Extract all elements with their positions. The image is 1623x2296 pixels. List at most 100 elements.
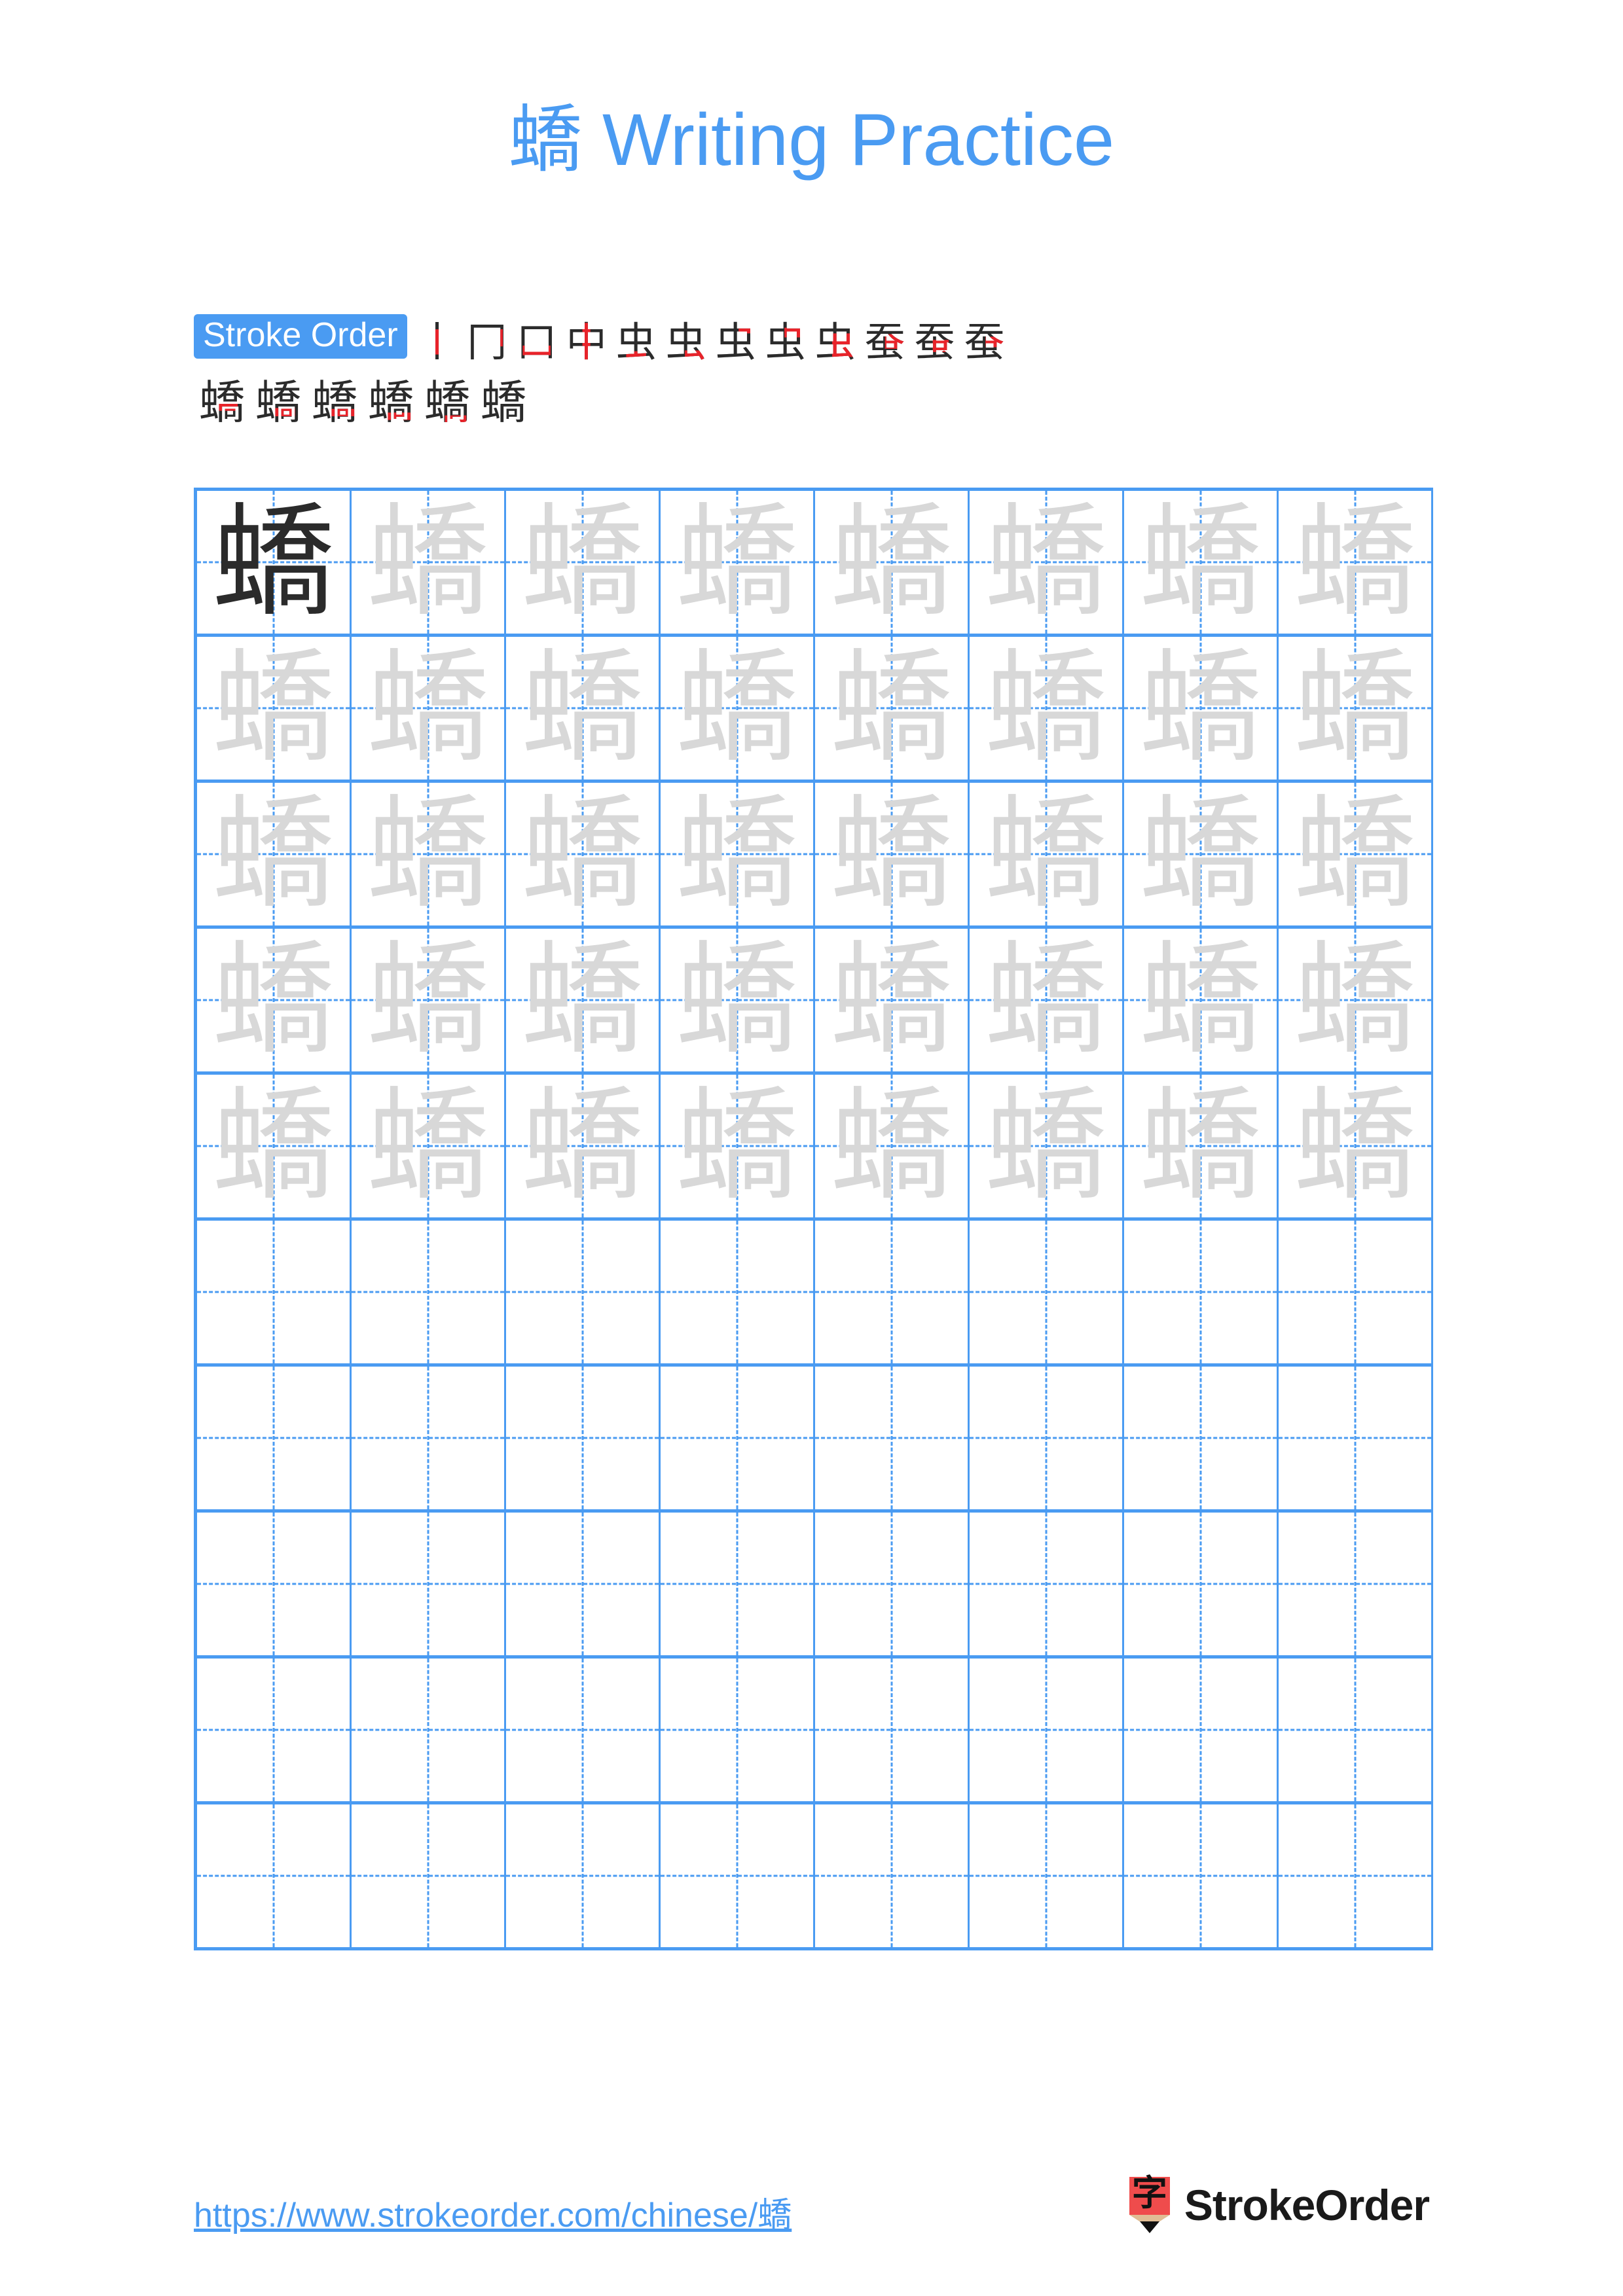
practice-cell[interactable]: 蟜 (506, 929, 661, 1071)
practice-cell[interactable]: 蟜 (661, 929, 815, 1071)
stroke-step-11: 蚕蚕 (910, 322, 960, 363)
practice-cell[interactable] (352, 1513, 506, 1655)
practice-cell[interactable]: 蟜 (1124, 783, 1279, 925)
practice-cell[interactable]: 蟜 (1124, 637, 1279, 780)
practice-cell[interactable] (352, 1221, 506, 1363)
practice-row (197, 1367, 1433, 1513)
stroke-step-5: 虫虫 (611, 322, 661, 363)
practice-cell[interactable] (1279, 1367, 1433, 1509)
trace-character: 蟜 (830, 1075, 953, 1217)
pencil-tip (1139, 2221, 1159, 2233)
practice-cell[interactable] (506, 1659, 661, 1801)
practice-cell[interactable]: 蟜 (815, 783, 970, 925)
practice-cell[interactable]: 蟜 (352, 637, 506, 780)
practice-cell[interactable]: 蟜 (197, 929, 352, 1071)
practice-cell[interactable] (661, 1513, 815, 1655)
practice-cell[interactable]: 蟜 (970, 637, 1124, 780)
practice-cell[interactable]: 蟜 (506, 1075, 661, 1217)
practice-cell[interactable]: 蟜 (815, 1075, 970, 1217)
practice-cell[interactable] (970, 1221, 1124, 1363)
practice-cell[interactable]: 蟜 (1124, 929, 1279, 1071)
practice-cell[interactable]: 蟜 (970, 1075, 1124, 1217)
practice-cell[interactable]: 蟜 (197, 783, 352, 925)
trace-character: 蟜 (985, 1075, 1107, 1217)
practice-cell[interactable] (506, 1513, 661, 1655)
pencil-zi-glyph: 字 (1131, 2172, 1167, 2214)
practice-cell[interactable]: 蟜 (1279, 637, 1433, 780)
practice-cell[interactable] (815, 1367, 970, 1509)
practice-cell[interactable] (661, 1804, 815, 1947)
practice-cell[interactable] (815, 1659, 970, 1801)
practice-cell[interactable] (197, 1513, 352, 1655)
practice-cell[interactable]: 蟜 (970, 783, 1124, 925)
trace-character: 蟜 (521, 783, 644, 925)
practice-cell[interactable]: 蟜 (1124, 1075, 1279, 1217)
stroke-step-3: 口口 (512, 322, 562, 363)
practice-cell[interactable] (1124, 1513, 1279, 1655)
trace-character: 蟜 (676, 929, 798, 1071)
practice-cell[interactable] (1279, 1804, 1433, 1947)
practice-cell[interactable]: 蟜 (1279, 783, 1433, 925)
practice-cell[interactable]: 蟜 (1124, 491, 1279, 634)
practice-cell[interactable]: 蟜 (661, 491, 815, 634)
practice-cell[interactable] (506, 1804, 661, 1947)
stroke-step-4: 中中 (562, 322, 611, 363)
trace-character: 蟜 (830, 929, 953, 1071)
practice-cell[interactable]: 蟜 (1279, 1075, 1433, 1217)
practice-cell[interactable]: 蟜 (197, 491, 352, 634)
practice-cell[interactable]: 蟜 (1279, 929, 1433, 1071)
practice-cell[interactable] (661, 1367, 815, 1509)
source-url-link[interactable]: https://www.strokeorder.com/chinese/蟜 (194, 2187, 792, 2236)
practice-cell[interactable] (661, 1659, 815, 1801)
practice-cell[interactable]: 蟜 (661, 637, 815, 780)
practice-cell[interactable]: 蟜 (506, 637, 661, 780)
trace-character: 蟜 (1139, 491, 1262, 633)
practice-cell[interactable]: 蟜 (815, 491, 970, 634)
practice-cell[interactable] (970, 1659, 1124, 1801)
practice-cell[interactable]: 蟜 (197, 637, 352, 780)
practice-cell[interactable]: 蟜 (352, 929, 506, 1071)
practice-cell[interactable] (815, 1804, 970, 1947)
practice-cell[interactable] (815, 1513, 970, 1655)
practice-cell[interactable] (1279, 1221, 1433, 1363)
practice-cell[interactable] (1124, 1659, 1279, 1801)
practice-row: 蟜蟜蟜蟜蟜蟜蟜蟜 (197, 783, 1433, 929)
practice-cell[interactable] (970, 1513, 1124, 1655)
trace-character: 蟜 (676, 637, 798, 779)
practice-cell[interactable]: 蟜 (352, 491, 506, 634)
practice-cell[interactable]: 蟜 (506, 783, 661, 925)
practice-cell[interactable] (506, 1367, 661, 1509)
practice-cell[interactable] (197, 1659, 352, 1801)
practice-cell[interactable] (1124, 1367, 1279, 1509)
practice-cell[interactable] (197, 1221, 352, 1363)
stroke-order-section: Stroke Order 丨丨 冂冂 口口 中中 虫虫 虫虫 虫虫 虫虫 虫虫 … (194, 302, 1431, 425)
practice-cell[interactable] (197, 1367, 352, 1509)
practice-cell[interactable]: 蟜 (197, 1075, 352, 1217)
practice-cell[interactable]: 蟜 (970, 929, 1124, 1071)
practice-cell[interactable]: 蟜 (506, 491, 661, 634)
practice-cell[interactable]: 蟜 (815, 637, 970, 780)
practice-cell[interactable]: 蟜 (352, 783, 506, 925)
practice-cell[interactable] (197, 1804, 352, 1947)
practice-cell[interactable] (1124, 1804, 1279, 1947)
practice-cell[interactable]: 蟜 (661, 783, 815, 925)
practice-cell[interactable]: 蟜 (352, 1075, 506, 1217)
practice-cell[interactable] (815, 1221, 970, 1363)
practice-grid: 蟜蟜蟜蟜蟜蟜蟜蟜蟜蟜蟜蟜蟜蟜蟜蟜蟜蟜蟜蟜蟜蟜蟜蟜蟜蟜蟜蟜蟜蟜蟜蟜蟜蟜蟜蟜蟜蟜蟜蟜 (194, 488, 1433, 1950)
practice-cell[interactable] (352, 1367, 506, 1509)
practice-cell[interactable] (352, 1804, 506, 1947)
practice-cell[interactable] (1124, 1221, 1279, 1363)
practice-cell[interactable]: 蟜 (970, 491, 1124, 634)
practice-cell[interactable] (1279, 1659, 1433, 1801)
practice-cell[interactable] (506, 1221, 661, 1363)
practice-cell[interactable] (352, 1659, 506, 1801)
practice-cell[interactable]: 蟜 (815, 929, 970, 1071)
practice-cell[interactable] (970, 1367, 1124, 1509)
stroke-step-1: 丨丨 (412, 322, 462, 363)
practice-cell[interactable]: 蟜 (1279, 491, 1433, 634)
trace-character: 蟜 (521, 491, 644, 633)
practice-cell[interactable] (1279, 1513, 1433, 1655)
practice-cell[interactable]: 蟜 (661, 1075, 815, 1217)
practice-cell[interactable] (970, 1804, 1124, 1947)
practice-cell[interactable] (661, 1221, 815, 1363)
